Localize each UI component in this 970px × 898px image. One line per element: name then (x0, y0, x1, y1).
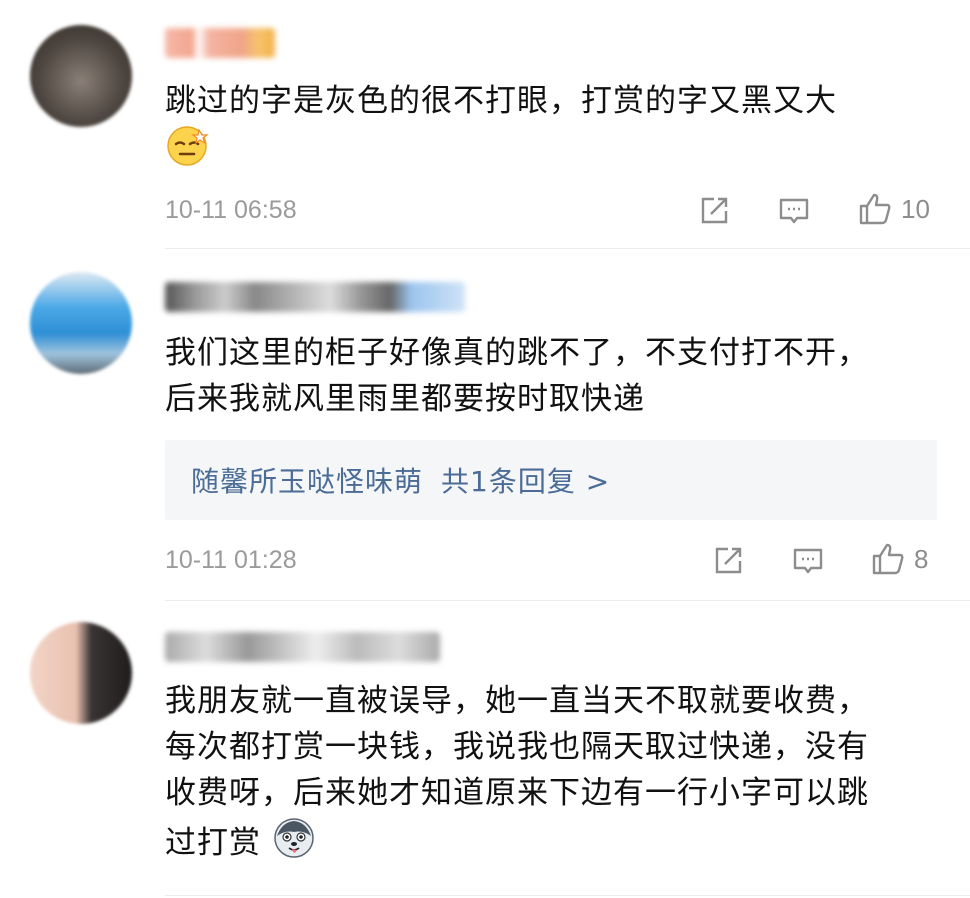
thumbs-up-icon (859, 193, 891, 225)
username-blurred[interactable] (165, 632, 440, 662)
comment-button[interactable] (777, 194, 811, 228)
divider (165, 895, 970, 896)
divider (165, 600, 970, 601)
thumbs-up-icon (872, 543, 904, 575)
like-count: 8 (914, 543, 929, 574)
repost-icon (715, 547, 742, 574)
comment-text: 跳过的字是灰色的很不打眼，打赏的字又黑又大 (165, 78, 945, 181)
username-blurred[interactable] (165, 28, 275, 58)
avatar[interactable] (30, 272, 132, 374)
avatar[interactable] (30, 25, 132, 127)
dizzy-face-emoji-icon (165, 124, 209, 181)
comment-timestamp: 10-11 01:28 (165, 546, 297, 574)
like-button[interactable]: 8 (870, 542, 928, 576)
comment-text: 我朋友就一直被误导，她一直当天不取就要收费， 每次都打赏一块钱，我说我也隔天取过… (165, 678, 945, 873)
reply-count-link[interactable]: 共1条回复 > (441, 460, 610, 500)
reply-preview[interactable]: 随馨所玉哒怪味萌 共1条回复 > (165, 440, 937, 520)
username-blurred[interactable] (165, 282, 465, 312)
comment-text: 我们这里的柜子好像真的跳不了，不支付打不开， 后来我就风里雨里都要按时取快递 (165, 335, 869, 417)
avatar[interactable] (30, 622, 132, 724)
comment-button[interactable] (791, 544, 825, 578)
repost-button[interactable] (697, 194, 731, 228)
reply-author-link[interactable]: 随馨所玉哒怪味萌 (191, 460, 423, 500)
like-count: 10 (901, 193, 930, 224)
comment-icon (779, 198, 809, 224)
comment-timestamp: 10-11 06:58 (165, 196, 297, 224)
repost-button[interactable] (711, 544, 745, 578)
husky-face-emoji-icon (272, 816, 316, 873)
like-button[interactable]: 10 (857, 192, 930, 226)
repost-icon (701, 197, 728, 224)
divider (165, 248, 970, 249)
comment-icon (793, 548, 823, 574)
